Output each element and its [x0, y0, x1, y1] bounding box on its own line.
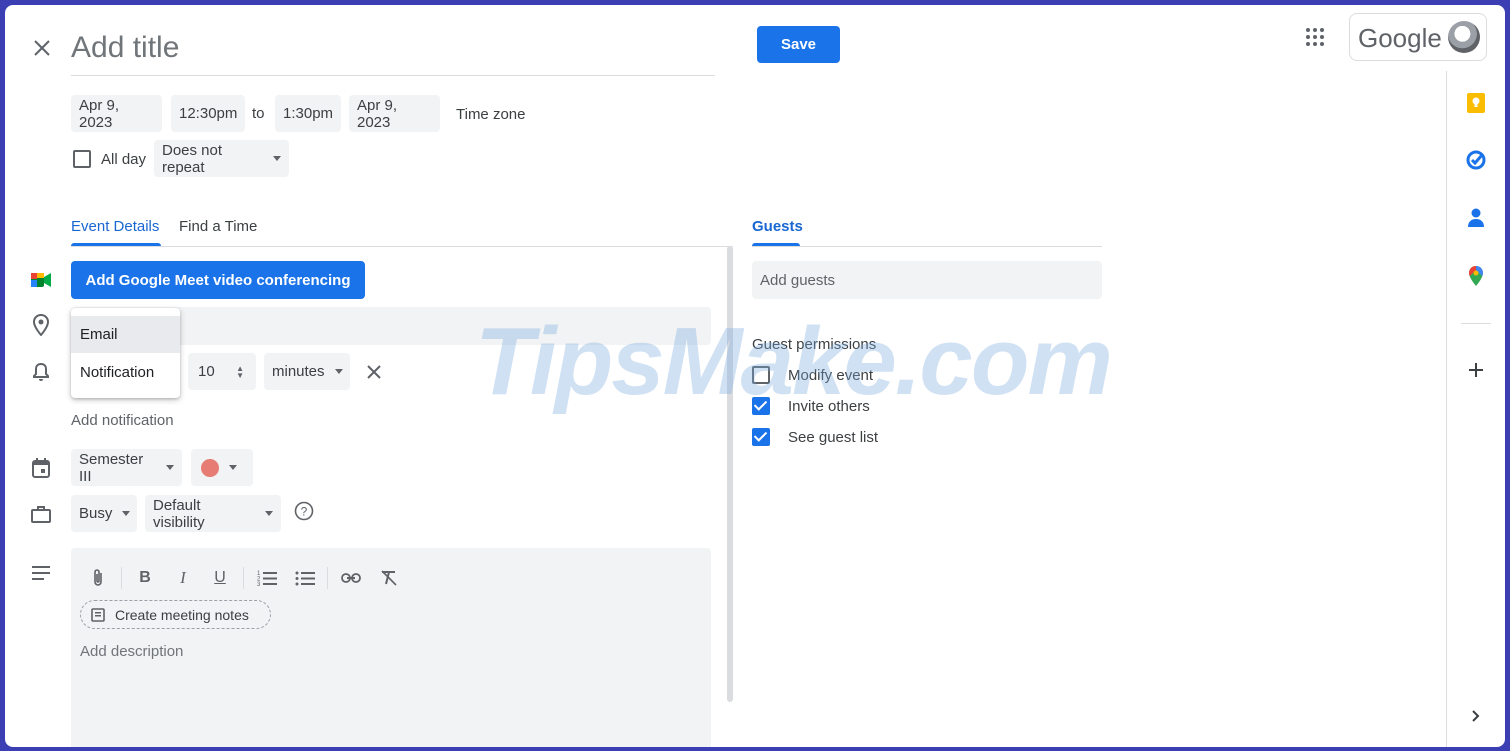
- create-meeting-notes-label: Create meeting notes: [115, 606, 249, 623]
- google-logo: Google: [1358, 23, 1442, 53]
- bulleted-list-icon[interactable]: [293, 566, 317, 590]
- stepper-icon[interactable]: ▲ ▼: [236, 364, 244, 379]
- repeat-value: Does not repeat: [162, 141, 223, 176]
- availability-select[interactable]: Busy: [71, 495, 137, 532]
- description-placeholder: Add description: [80, 643, 184, 660]
- repeat-select[interactable]: Does not repeat: [154, 140, 289, 177]
- color-swatch: [201, 458, 219, 477]
- notification-type-menu: Email Notification: [71, 308, 180, 398]
- attachment-icon[interactable]: [86, 566, 110, 590]
- notification-unit-value: minutes: [272, 363, 325, 380]
- all-day-label: All day: [101, 151, 147, 168]
- to-label: to: [252, 105, 265, 122]
- save-button[interactable]: Save: [757, 26, 840, 63]
- chevron-down-icon: [334, 369, 343, 374]
- close-icon[interactable]: [29, 35, 55, 61]
- underline-icon[interactable]: U: [208, 566, 232, 590]
- calendar-value: Semester III: [79, 450, 144, 485]
- numbered-list-icon[interactable]: 123: [255, 566, 279, 590]
- calendar-select[interactable]: Semester III: [71, 449, 182, 486]
- contacts-icon[interactable]: [1464, 206, 1488, 230]
- svg-text:3: 3: [257, 582, 261, 586]
- chevron-down-icon: [265, 511, 273, 516]
- chevron-right-icon[interactable]: [1464, 704, 1488, 728]
- guests-divider: [752, 246, 1102, 247]
- chevron-down-icon: [229, 465, 237, 470]
- color-select[interactable]: [191, 449, 253, 486]
- visibility-select[interactable]: Default visibility: [145, 495, 281, 532]
- availability-value: Busy: [79, 505, 113, 522]
- bell-icon: [29, 360, 53, 384]
- menu-item-email[interactable]: Email: [71, 316, 180, 353]
- side-panel-divider: [1461, 323, 1491, 324]
- side-panel: [1446, 71, 1505, 747]
- title-placeholder: Add title: [71, 31, 180, 64]
- toolbar-divider: [243, 567, 244, 589]
- chevron-down-icon: [166, 465, 174, 470]
- tab-find-time[interactable]: Find a Time: [179, 218, 257, 235]
- menu-item-notification[interactable]: Notification: [71, 354, 180, 391]
- notification-unit-select[interactable]: minutes: [264, 353, 350, 390]
- title-input[interactable]: Add title: [71, 23, 715, 76]
- keep-icon[interactable]: [1464, 91, 1488, 115]
- add-addon-icon[interactable]: [1464, 358, 1488, 382]
- help-icon[interactable]: ?: [292, 499, 316, 523]
- remove-notification-icon[interactable]: [362, 360, 386, 384]
- end-date[interactable]: Apr 9, 2023: [349, 95, 440, 132]
- watermark: TipsMake.com: [475, 308, 1113, 415]
- add-guests-placeholder: Add guests: [760, 272, 836, 289]
- start-time[interactable]: 12:30pm: [171, 95, 245, 132]
- apps-grid-icon[interactable]: [1303, 25, 1327, 49]
- calendar-icon: [29, 456, 53, 480]
- visibility-value: Default visibility: [153, 496, 205, 531]
- bold-icon[interactable]: B: [133, 566, 157, 590]
- all-day-checkbox[interactable]: [73, 150, 91, 168]
- start-date[interactable]: Apr 9, 2023: [71, 95, 162, 132]
- chevron-down-icon: [273, 156, 281, 161]
- menu-item-email-label: Email: [80, 326, 118, 343]
- tabs-divider: [71, 246, 733, 247]
- permission-see-list-checkbox[interactable]: [752, 428, 770, 446]
- tab-event-details[interactable]: Event Details: [71, 218, 159, 235]
- end-time[interactable]: 1:30pm: [275, 95, 341, 132]
- briefcase-icon: [29, 502, 53, 526]
- add-notification-button[interactable]: Add notification: [71, 412, 174, 429]
- toolbar-divider: [327, 567, 328, 589]
- description-icon: [29, 561, 53, 585]
- account-chip[interactable]: Google: [1349, 13, 1487, 61]
- toolbar-divider: [121, 567, 122, 589]
- location-pin-icon: [29, 313, 53, 337]
- event-editor-window: Add title Save Google Apr 9, 2023 12:30p…: [5, 5, 1505, 747]
- notification-amount-value: 10: [198, 363, 215, 380]
- add-guests-input[interactable]: Add guests: [752, 261, 1102, 299]
- permission-see-list-label: See guest list: [788, 429, 879, 446]
- clear-formatting-icon[interactable]: [377, 566, 401, 590]
- add-meet-button[interactable]: Add Google Meet video conferencing: [71, 261, 365, 299]
- maps-icon[interactable]: [1464, 264, 1488, 288]
- tasks-icon[interactable]: [1464, 148, 1488, 172]
- italic-icon[interactable]: I: [171, 566, 195, 590]
- google-meet-icon: [29, 268, 53, 292]
- notification-amount[interactable]: 10 ▲ ▼: [188, 353, 256, 390]
- timezone-button[interactable]: Time zone: [456, 106, 525, 123]
- menu-item-notification-label: Notification: [80, 364, 155, 381]
- svg-text:?: ?: [301, 505, 308, 519]
- link-icon[interactable]: [339, 566, 363, 590]
- chevron-down-icon: [122, 511, 131, 516]
- notes-icon: [91, 607, 105, 622]
- create-meeting-notes-button[interactable]: Create meeting notes: [80, 600, 271, 629]
- avatar: [1448, 21, 1480, 53]
- tab-guests[interactable]: Guests: [752, 218, 803, 235]
